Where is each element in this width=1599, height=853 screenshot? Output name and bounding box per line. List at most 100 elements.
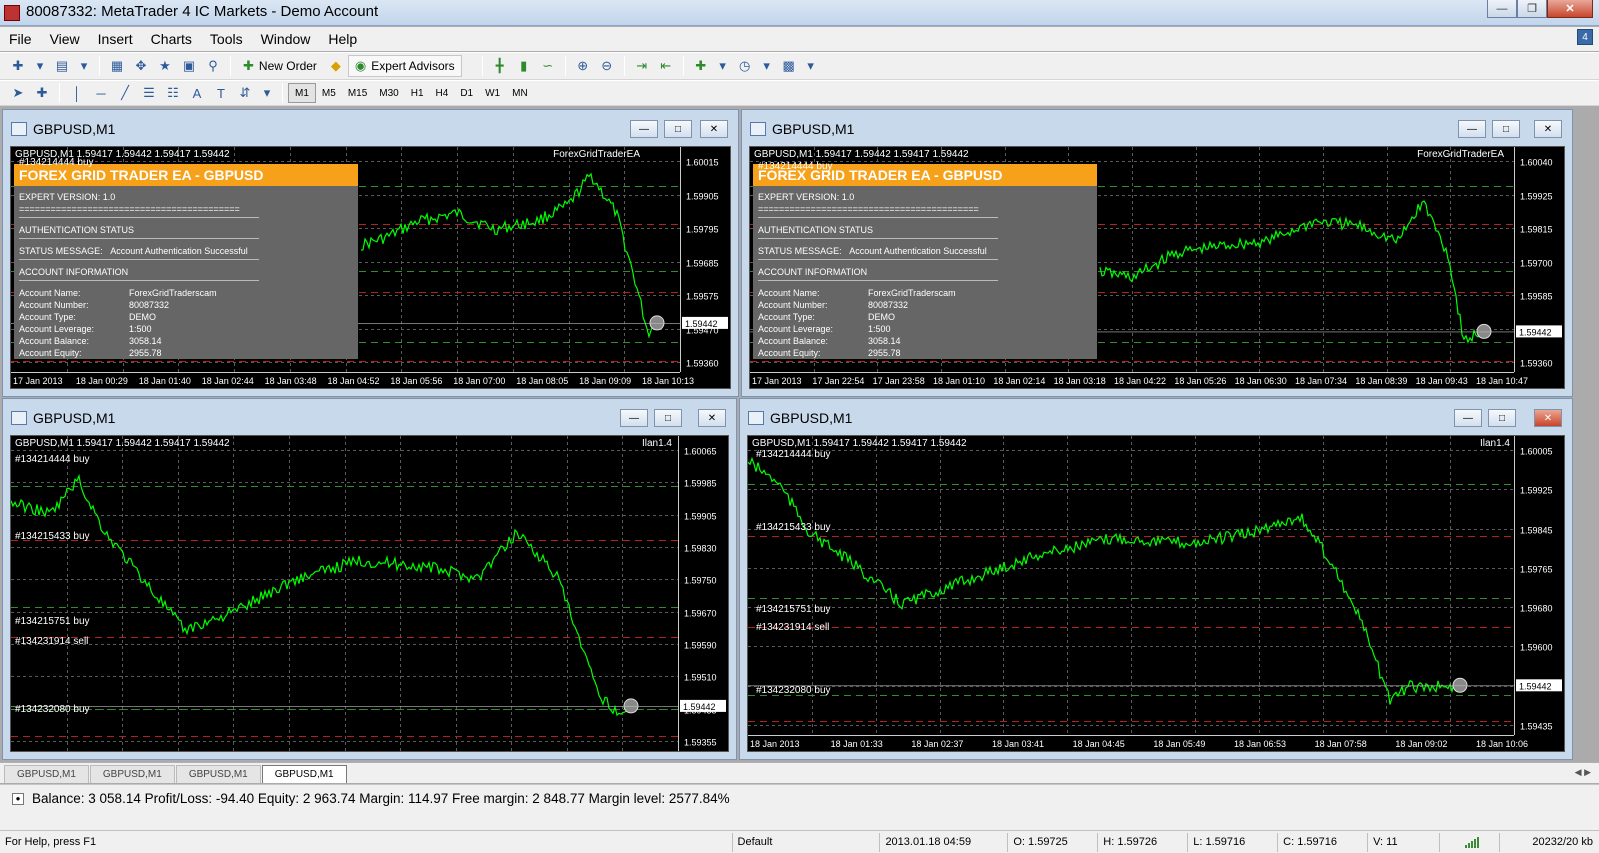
arrows-icon[interactable]: ⇵ [234,82,256,104]
menu-help[interactable]: Help [319,31,366,47]
fibonacci-icon[interactable]: ☷ [162,82,184,104]
status-profile[interactable]: Default [731,832,880,852]
price-tick-label: 1.59360 [686,359,719,369]
separator [481,56,483,76]
chart-maximize-button[interactable]: □ [664,120,692,138]
chart-canvas[interactable]: 1.60005 1.59925 1.59845 1.59765 1.59680 1.596… [748,436,1564,751]
dropdown-arrow-icon[interactable]: ▾ [714,55,732,77]
status-datetime: 2013.01.18 04:59 [879,832,1007,852]
menu-insert[interactable]: Insert [89,31,142,47]
timeframe-m15[interactable]: M15 [342,83,373,103]
dropdown-arrow-icon[interactable]: ▾ [758,55,776,77]
timeframe-d1[interactable]: D1 [454,83,479,103]
chart-minimize-button[interactable]: — [1458,120,1486,138]
metaeditor-icon[interactable]: ◆ [325,55,347,77]
chart-window-title: GBPUSD,M1 [772,121,855,137]
timeframe-m1[interactable]: M1 [288,83,316,103]
ea-rule [758,217,998,218]
vertical-line-icon[interactable]: │ [66,82,88,104]
indicators-icon[interactable]: ✚ [690,55,712,77]
menu-tools[interactable]: Tools [201,31,252,47]
chart-window[interactable]: GBPUSD,M1 — □ ✕ 1.60065 1.59985 1.59905 1.5… [2,398,737,760]
chart-canvas[interactable]: 1.60065 1.59985 1.59905 1.59830 1.59750 1.596… [11,436,728,751]
new-order-button[interactable]: ✚ New Order [236,55,324,77]
text-label-icon[interactable]: T [210,82,232,104]
chart-tab[interactable]: GBPUSD,M1 [89,765,175,783]
bar-chart-icon[interactable]: ╋ [489,55,511,77]
chart-maximize-button[interactable]: □ [654,409,682,427]
mdi-badge[interactable]: 4 [1577,29,1593,45]
profiles-icon[interactable]: ▤ [51,55,73,77]
chart-window[interactable]: GBPUSD,M1 — □ ✕ 1.60015 1.59905 1.59795 1.5… [2,109,739,397]
periods-icon[interactable]: ◷ [734,55,756,77]
chart-tab[interactable]: GBPUSD,M1 [4,765,89,783]
dropdown-arrow-icon[interactable]: ▾ [258,82,276,104]
balance-icon: ● [12,792,24,805]
chart-minimize-button[interactable]: — [620,409,648,427]
time-tick-label: 18 Jan 10:06 [1476,739,1528,749]
zoom-out-icon[interactable]: ⊖ [596,55,618,77]
terminal-icon[interactable]: ▣ [178,55,200,77]
chart-shift-icon[interactable]: ⇤ [655,55,677,77]
minimize-button[interactable]: — [1487,0,1517,18]
equidistant-channel-icon[interactable]: ☰ [138,82,160,104]
tabs-scroll-icon[interactable]: ◀ ▶ [1575,767,1591,778]
dropdown-arrow-icon[interactable]: ▾ [31,55,49,77]
price-chart[interactable]: 1.60015 1.59905 1.59795 1.59685 1.59575 1.594… [10,146,731,389]
chart-maximize-button[interactable]: □ [1488,409,1516,427]
menu-charts[interactable]: Charts [142,31,201,47]
chart-close-button[interactable]: ✕ [698,409,726,427]
line-chart-icon[interactable]: ∽ [537,55,559,77]
order-label: #134215751 buy [15,616,90,627]
chart-close-button[interactable]: ✕ [700,120,728,138]
menu-view[interactable]: View [41,31,89,47]
crosshair-icon[interactable]: ✚ [31,82,53,104]
price-chart[interactable]: 1.60065 1.59985 1.59905 1.59830 1.59750 1.596… [10,435,729,752]
new-chart-icon[interactable]: ✚ [7,55,29,77]
price-chart[interactable]: 1.60005 1.59925 1.59845 1.59765 1.59680 1.596… [747,435,1565,752]
cursor-icon[interactable]: ➤ [7,82,29,104]
chart-minimize-button[interactable]: — [630,120,658,138]
time-tick-label: 18 Jan 05:26 [1174,376,1226,386]
ea-rule [19,280,259,281]
auto-scroll-icon[interactable]: ⇥ [631,55,653,77]
expert-advisors-button[interactable]: ◉ Expert Advisors [347,55,462,77]
chart-tab[interactable]: GBPUSD,M1 [175,765,261,783]
templates-icon[interactable]: ▩ [778,55,800,77]
text-icon[interactable]: A [186,82,208,104]
connection-status-icon[interactable] [1439,832,1499,852]
chart-maximize-button[interactable]: □ [1492,120,1520,138]
ohlc-label: GBPUSD,M1 1.59417 1.59442 1.59417 1.5944… [752,438,967,449]
timeframe-h1[interactable]: H1 [405,83,430,103]
zoom-in-icon[interactable]: ⊕ [572,55,594,77]
market-watch-icon[interactable]: ▦ [106,55,128,77]
candlesticks-icon[interactable]: ▮ [513,55,535,77]
price-tick-label: 1.59585 [1520,292,1553,302]
timeframe-w1[interactable]: W1 [479,83,506,103]
horizontal-line-icon[interactable]: ─ [90,82,112,104]
navigator-icon[interactable]: ✥ [130,55,152,77]
timeframe-mn[interactable]: MN [506,83,534,103]
chart-window[interactable]: GBPUSD,M1 — □ ✕ 1.60040 1.59925 1.59815 1.5… [741,109,1573,397]
dropdown-arrow-icon[interactable]: ▾ [75,55,93,77]
menu-window[interactable]: Window [252,31,320,47]
menu-file[interactable]: File [0,31,41,47]
time-tick-label: 18 Jan 10:47 [1476,376,1528,386]
timeframe-m5[interactable]: M5 [316,83,342,103]
trendline-icon[interactable]: ╱ [114,82,136,104]
chart-tab-active[interactable]: GBPUSD,M1 [261,765,347,783]
chart-close-button[interactable]: ✕ [1534,120,1562,138]
favorites-icon[interactable]: ★ [154,55,176,77]
close-button[interactable]: ✕ [1547,0,1593,18]
restore-button[interactable]: ❐ [1517,0,1547,18]
timeframe-m30[interactable]: M30 [373,83,404,103]
chart-window[interactable]: GBPUSD,M1 — □ ✕ 1.60005 1.59925 1.59845 1.5… [739,398,1573,760]
price-chart[interactable]: 1.60040 1.59925 1.59815 1.59700 1.59585 1.594… [749,146,1565,389]
dropdown-arrow-icon[interactable]: ▾ [802,55,820,77]
time-tick-label: 18 Jan 04:22 [1114,376,1166,386]
chart-minimize-button[interactable]: — [1454,409,1482,427]
new-order-icon: ✚ [243,58,254,73]
strategy-tester-icon[interactable]: ⚲ [202,55,224,77]
timeframe-h4[interactable]: H4 [430,83,455,103]
chart-close-button[interactable]: ✕ [1534,409,1562,427]
